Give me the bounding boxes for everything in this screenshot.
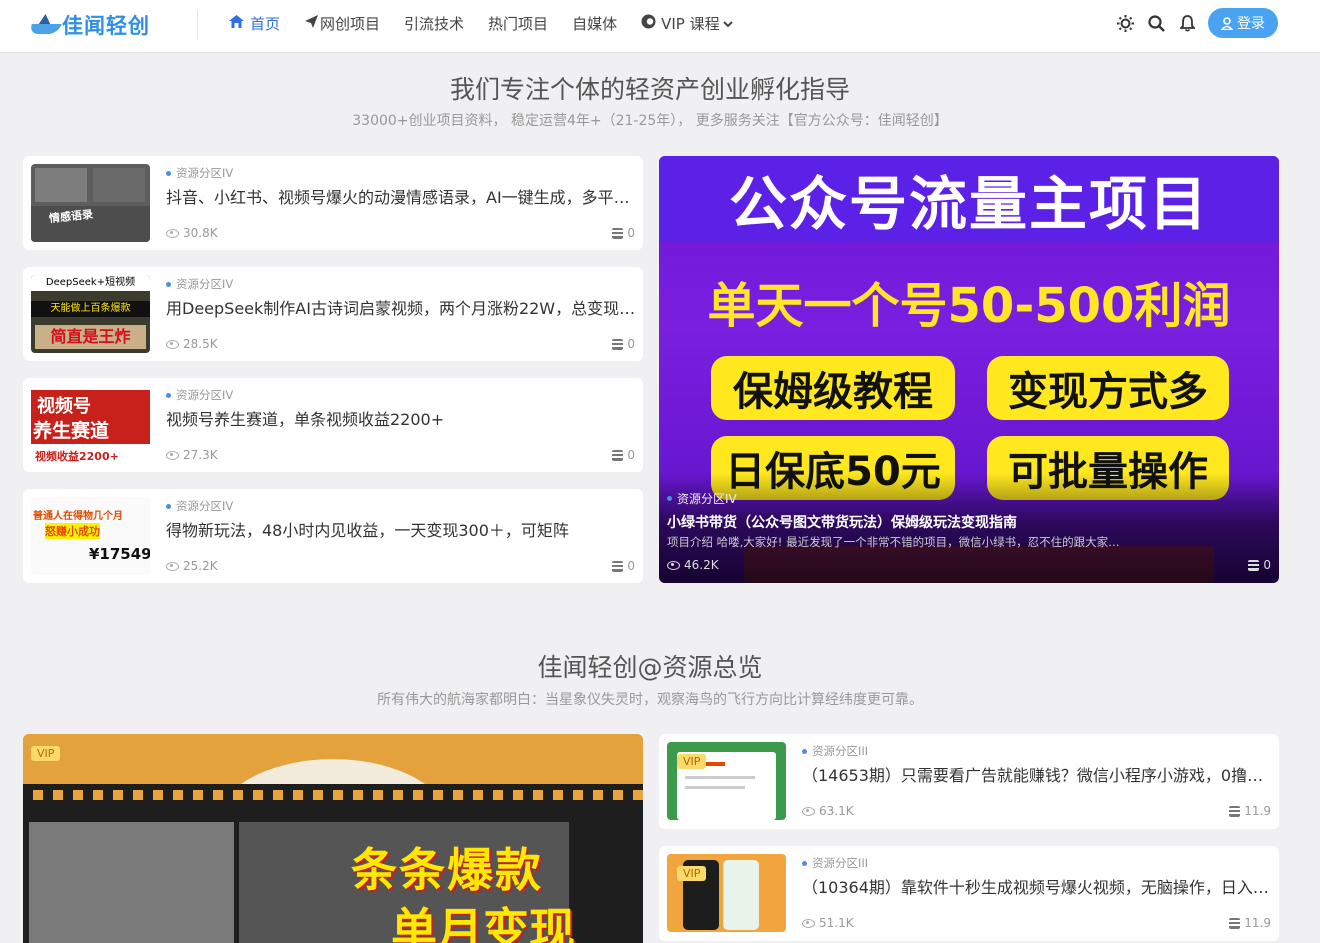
- featured-banner[interactable]: 公众号流量主项目 单天一个号50-500利润 保姆级教程 变现方式多 日保底50…: [659, 156, 1279, 583]
- vip-badge: VIP: [31, 746, 61, 761]
- post-title[interactable]: （14653期）只需要看广告就能赚钱？微信小程序小游戏，0撸项目，日入100+: [802, 762, 1272, 786]
- post-title[interactable]: 小绿书带货（公众号图文带货玩法）保姆级玩法变现指南: [667, 512, 1017, 532]
- vip-badge: VIP: [677, 866, 707, 881]
- view-count: 25.2K: [166, 559, 218, 573]
- vip-icon: [641, 14, 656, 33]
- nav-item-yinliu[interactable]: 引流技术: [404, 13, 464, 34]
- eye-icon: [166, 561, 179, 571]
- coins-icon: [612, 227, 624, 239]
- coins-icon: [1248, 559, 1260, 571]
- post-card[interactable]: 普通人在得物几个月 怒赚小成功 ¥17549 资源分区IV 得物新玩法，48小时…: [23, 489, 643, 583]
- coins-icon: [612, 338, 624, 350]
- coin-count: 11.9: [1229, 804, 1271, 818]
- banner-pill: 保姆级教程: [711, 356, 955, 420]
- header-actions: 登录: [1105, 8, 1278, 38]
- post-title[interactable]: 视频号养生赛道，单条视频收益2200+: [166, 406, 636, 430]
- post-category[interactable]: 资源分区IV: [166, 387, 233, 403]
- banner-subheadline: 单天一个号50-500利润: [707, 278, 1231, 334]
- post-category[interactable]: 资源分区III: [802, 855, 868, 871]
- section-subtitle: 所有伟大的航海家都明白：当星象仪失灵时，观察海鸟的飞行方向比计算经纬度更可靠。: [377, 692, 923, 708]
- view-count: 27.3K: [166, 448, 218, 462]
- post-thumbnail[interactable]: DeepSeek+短视频 天能做上百条爆款 简直是王炸: [31, 275, 150, 353]
- nav-label: VIP 课程: [661, 14, 720, 33]
- logo-text: 佳闻轻创: [62, 14, 150, 38]
- post-card[interactable]: 视频号 养生赛道 视频收益2200+ 资源分区IV 视频号养生赛道，单条视频收益…: [23, 378, 643, 472]
- home-icon: [228, 14, 245, 33]
- search-icon[interactable]: [1145, 12, 1167, 34]
- nav-label: 热门项目: [488, 14, 549, 33]
- post-category[interactable]: 资源分区IV: [667, 490, 737, 507]
- eye-icon: [802, 806, 815, 816]
- post-card[interactable]: VIP 资源分区III （14653期）只需要看广告就能赚钱？微信小程序小游戏，…: [659, 734, 1279, 829]
- theme-sun-icon[interactable]: [1114, 12, 1136, 34]
- banner-pill: 变现方式多: [987, 356, 1229, 420]
- coin-count: 0: [612, 448, 635, 462]
- vip-badge: VIP: [677, 754, 707, 769]
- post-thumbnail[interactable]: 视频号 养生赛道 视频收益2200+: [31, 386, 150, 464]
- coin-count: 0: [1248, 558, 1271, 572]
- nav-label: 网创项目: [320, 14, 381, 33]
- view-count: 51.1K: [802, 916, 854, 930]
- post-category[interactable]: 资源分区IV: [166, 165, 233, 181]
- eye-icon: [802, 918, 815, 928]
- post-title[interactable]: 抖音、小红书、视频号爆火的动漫情感语录，AI一键生成，多平台适用，零成本轻松变现: [166, 184, 636, 208]
- section-title: 佳闻轻创@资源总览: [537, 653, 763, 682]
- post-thumbnail[interactable]: 情感语录: [31, 164, 150, 242]
- post-category[interactable]: 资源分区III: [802, 743, 868, 759]
- post-card[interactable]: DeepSeek+短视频 天能做上百条爆款 简直是王炸 资源分区IV 用Deep…: [23, 267, 643, 361]
- post-title[interactable]: 得物新玩法，48小时内见收益，一天变现300＋，可矩阵: [166, 517, 636, 541]
- section-subtitle: 33000+创业项目资料， 稳定运营4年+（21-25年）， 更多服务关注【官方…: [352, 113, 948, 129]
- view-count: 46.2K: [667, 558, 719, 572]
- post-excerpt: 项目介绍 哈喽,大家好! 最近发现了一个非常不错的项目，微信小绿书，忍不住的跟大…: [667, 535, 1127, 549]
- site-logo[interactable]: 佳闻轻创: [28, 8, 150, 42]
- eye-icon: [166, 450, 179, 460]
- eye-icon: [166, 228, 179, 238]
- coin-count: 0: [612, 337, 635, 351]
- nav-item-hot[interactable]: 热门项目: [488, 13, 548, 34]
- post-category[interactable]: 资源分区IV: [166, 276, 233, 292]
- featured-text: 条条爆款: [351, 843, 543, 897]
- banner-headline: 公众号流量主项目: [659, 156, 1279, 242]
- nav-label: 自媒体: [572, 14, 618, 33]
- view-count: 28.5K: [166, 337, 218, 351]
- nav-item-home[interactable]: 首页: [228, 13, 280, 34]
- top-header: 佳闻轻创 首页 网创项目 引流技术 热门项目 自媒体 VIP 课程 登录: [0, 0, 1320, 52]
- logo-mark-icon: [28, 12, 62, 38]
- coins-icon: [612, 560, 624, 572]
- coin-count: 0: [612, 226, 635, 240]
- post-title[interactable]: 用DeepSeek制作AI古诗词启蒙视频，两个月涨粉22W，总变现10W+，新手…: [166, 295, 636, 319]
- section-title: 我们专注个体的轻资产创业孵化指导: [449, 75, 850, 104]
- coins-icon: [1229, 917, 1241, 929]
- main-nav: 首页 网创项目 引流技术 热门项目 自媒体 VIP 课程: [228, 0, 757, 46]
- nav-item-wangchuang[interactable]: 网创项目: [304, 13, 380, 34]
- eye-icon: [667, 560, 680, 570]
- bell-icon[interactable]: [1176, 12, 1198, 34]
- chevron-down-icon: [722, 14, 733, 32]
- post-category[interactable]: 资源分区IV: [166, 498, 233, 514]
- plane-icon: [304, 14, 319, 33]
- post-thumbnail[interactable]: 普通人在得物几个月 怒赚小成功 ¥17549: [31, 497, 150, 575]
- eye-icon: [166, 339, 179, 349]
- coins-icon: [1229, 805, 1241, 817]
- nav-label: 首页: [250, 14, 281, 33]
- post-title[interactable]: （10364期）靠软件十秒生成视频号爆火视频，无脑操作，日入500+: [802, 874, 1272, 898]
- nav-item-vip[interactable]: VIP 课程: [641, 13, 733, 34]
- nav-label: 引流技术: [404, 14, 465, 33]
- coin-count: 0: [612, 559, 635, 573]
- user-icon: [1221, 16, 1233, 30]
- post-card[interactable]: VIP 资源分区III （10364期）靠软件十秒生成视频号爆火视频，无脑操作，…: [659, 846, 1279, 941]
- coin-count: 11.9: [1229, 916, 1271, 930]
- nav-item-media[interactable]: 自媒体: [572, 13, 617, 34]
- coins-icon: [612, 449, 624, 461]
- view-count: 63.1K: [802, 804, 854, 818]
- login-button[interactable]: 登录: [1208, 8, 1278, 38]
- login-label: 登录: [1237, 16, 1265, 32]
- view-count: 30.8K: [166, 226, 218, 240]
- post-card[interactable]: 情感语录 资源分区IV 抖音、小红书、视频号爆火的动漫情感语录，AI一键生成，多…: [23, 156, 643, 250]
- header-divider: [197, 10, 198, 40]
- featured-card[interactable]: 条条爆款 单月变现 VIP: [23, 734, 643, 943]
- featured-text: 单月变现: [391, 903, 575, 943]
